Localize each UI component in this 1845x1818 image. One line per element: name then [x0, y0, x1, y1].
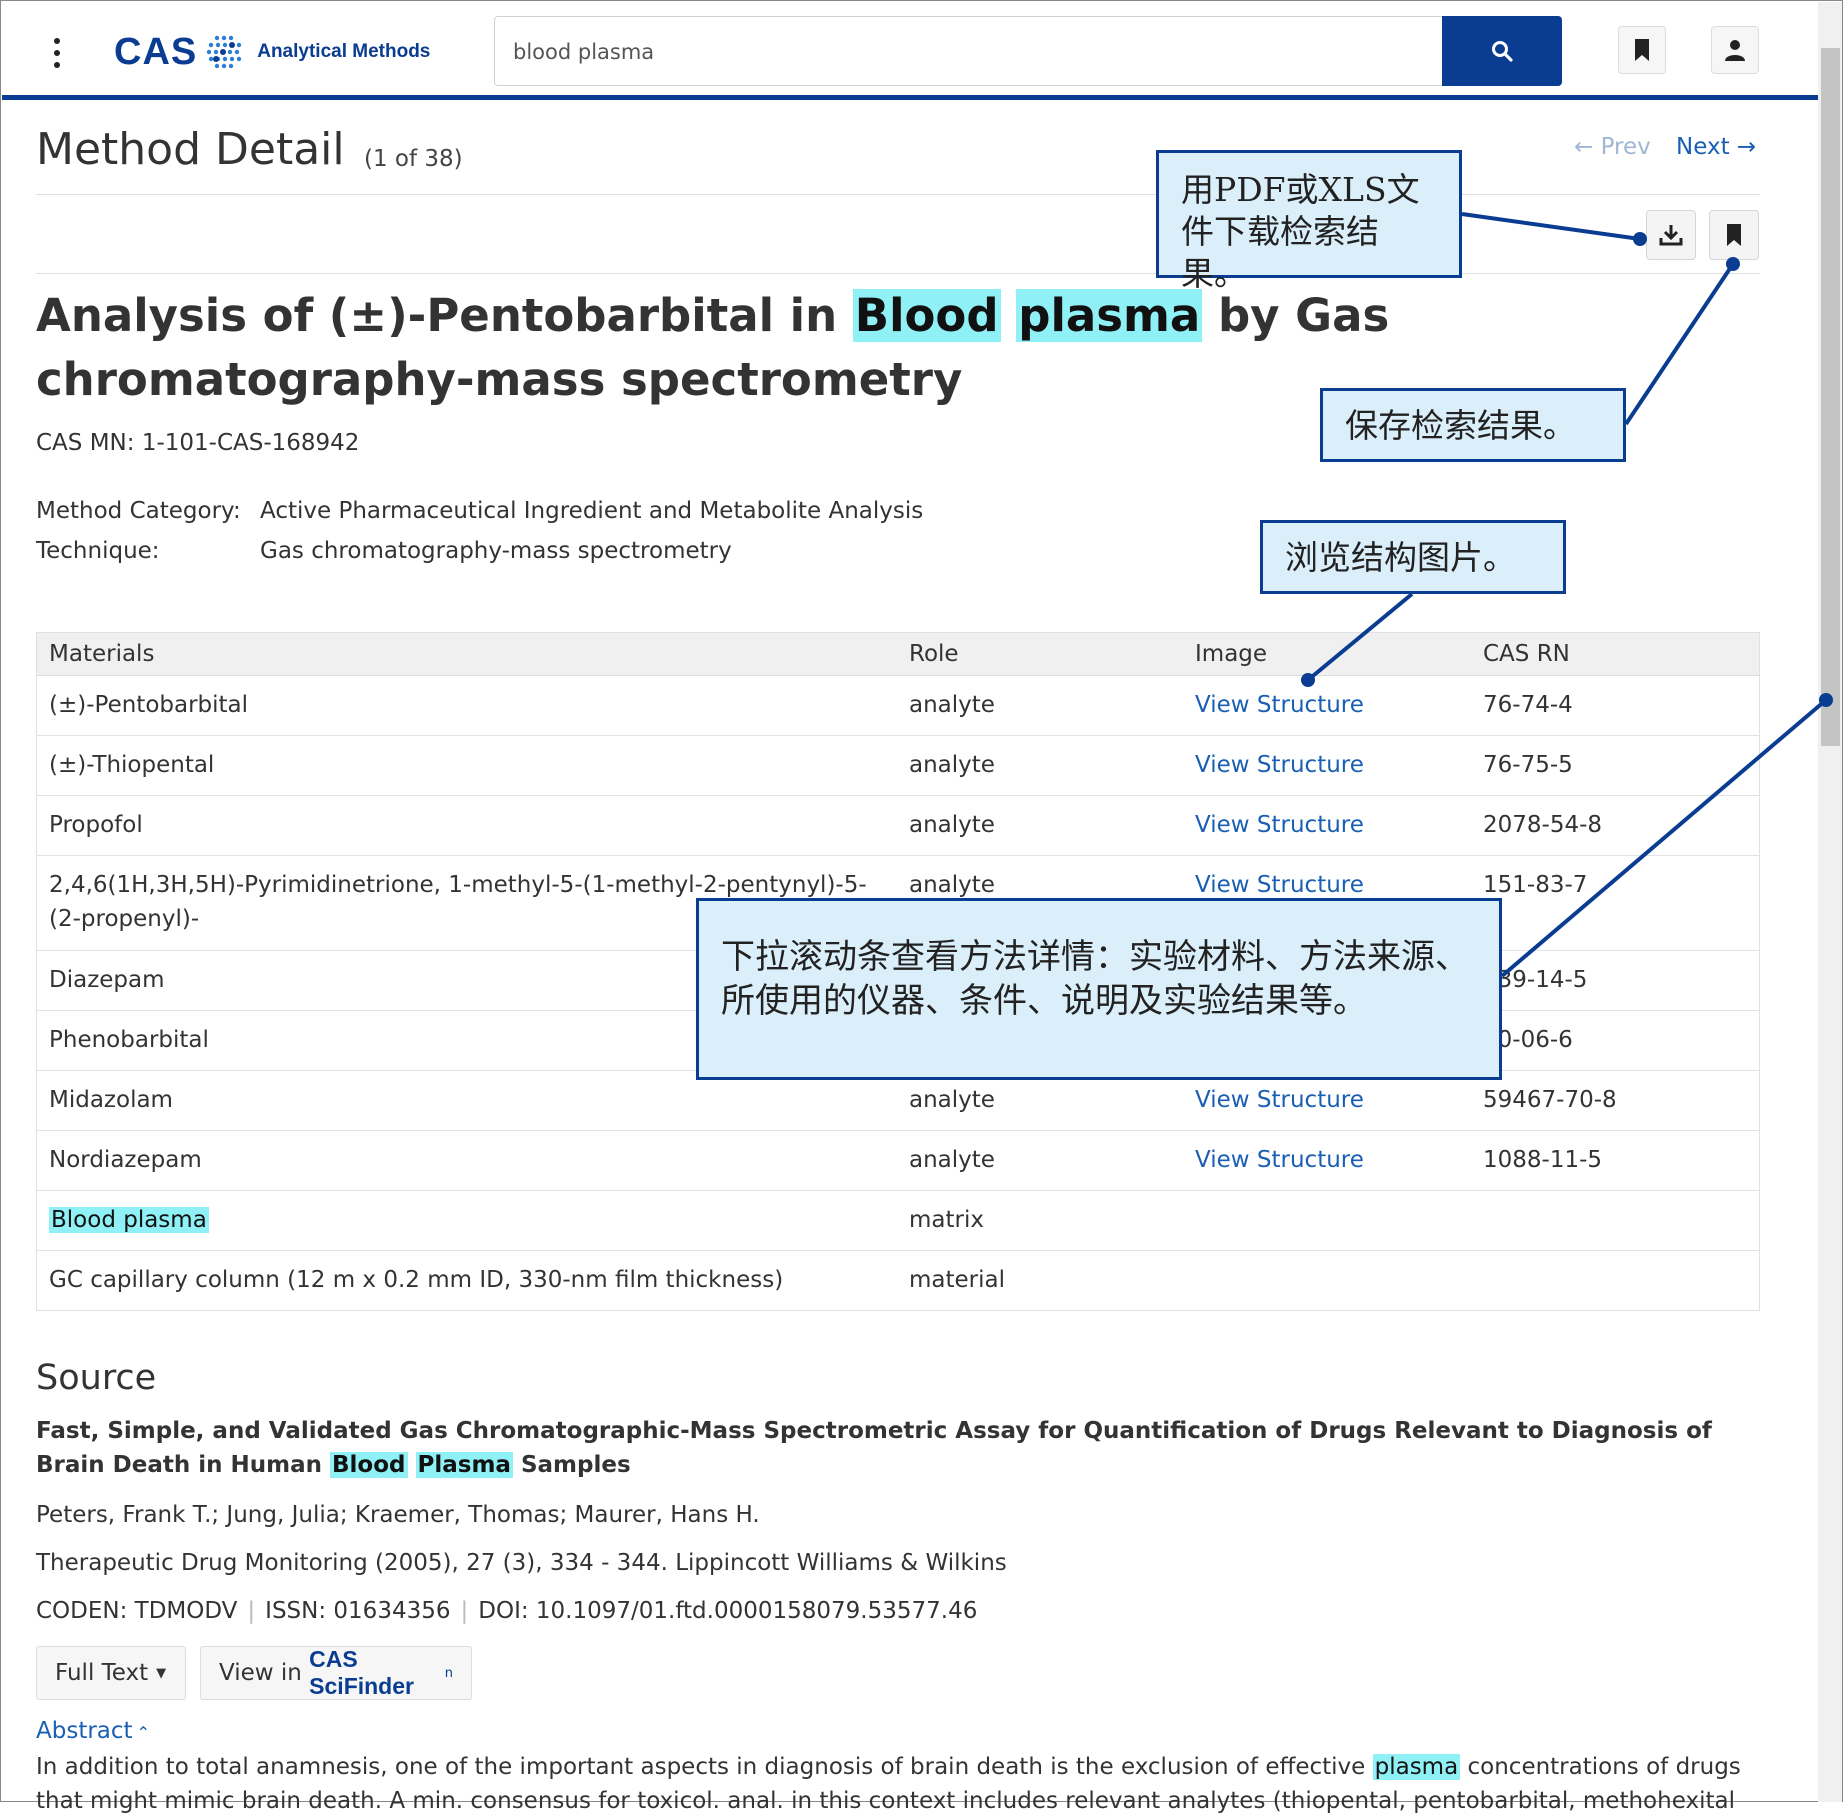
- callout-structure: 浏览结构图片。: [1260, 520, 1566, 594]
- callout-scroll: 下拉滚动条查看方法详情：实验材料、方法来源、所使用的仪器、条件、说明及实验结果等…: [696, 898, 1502, 1080]
- callout-download: 用PDF或XLS文件下载检索结果。: [1156, 150, 1462, 293]
- callout-save: 保存检索结果。: [1320, 388, 1626, 462]
